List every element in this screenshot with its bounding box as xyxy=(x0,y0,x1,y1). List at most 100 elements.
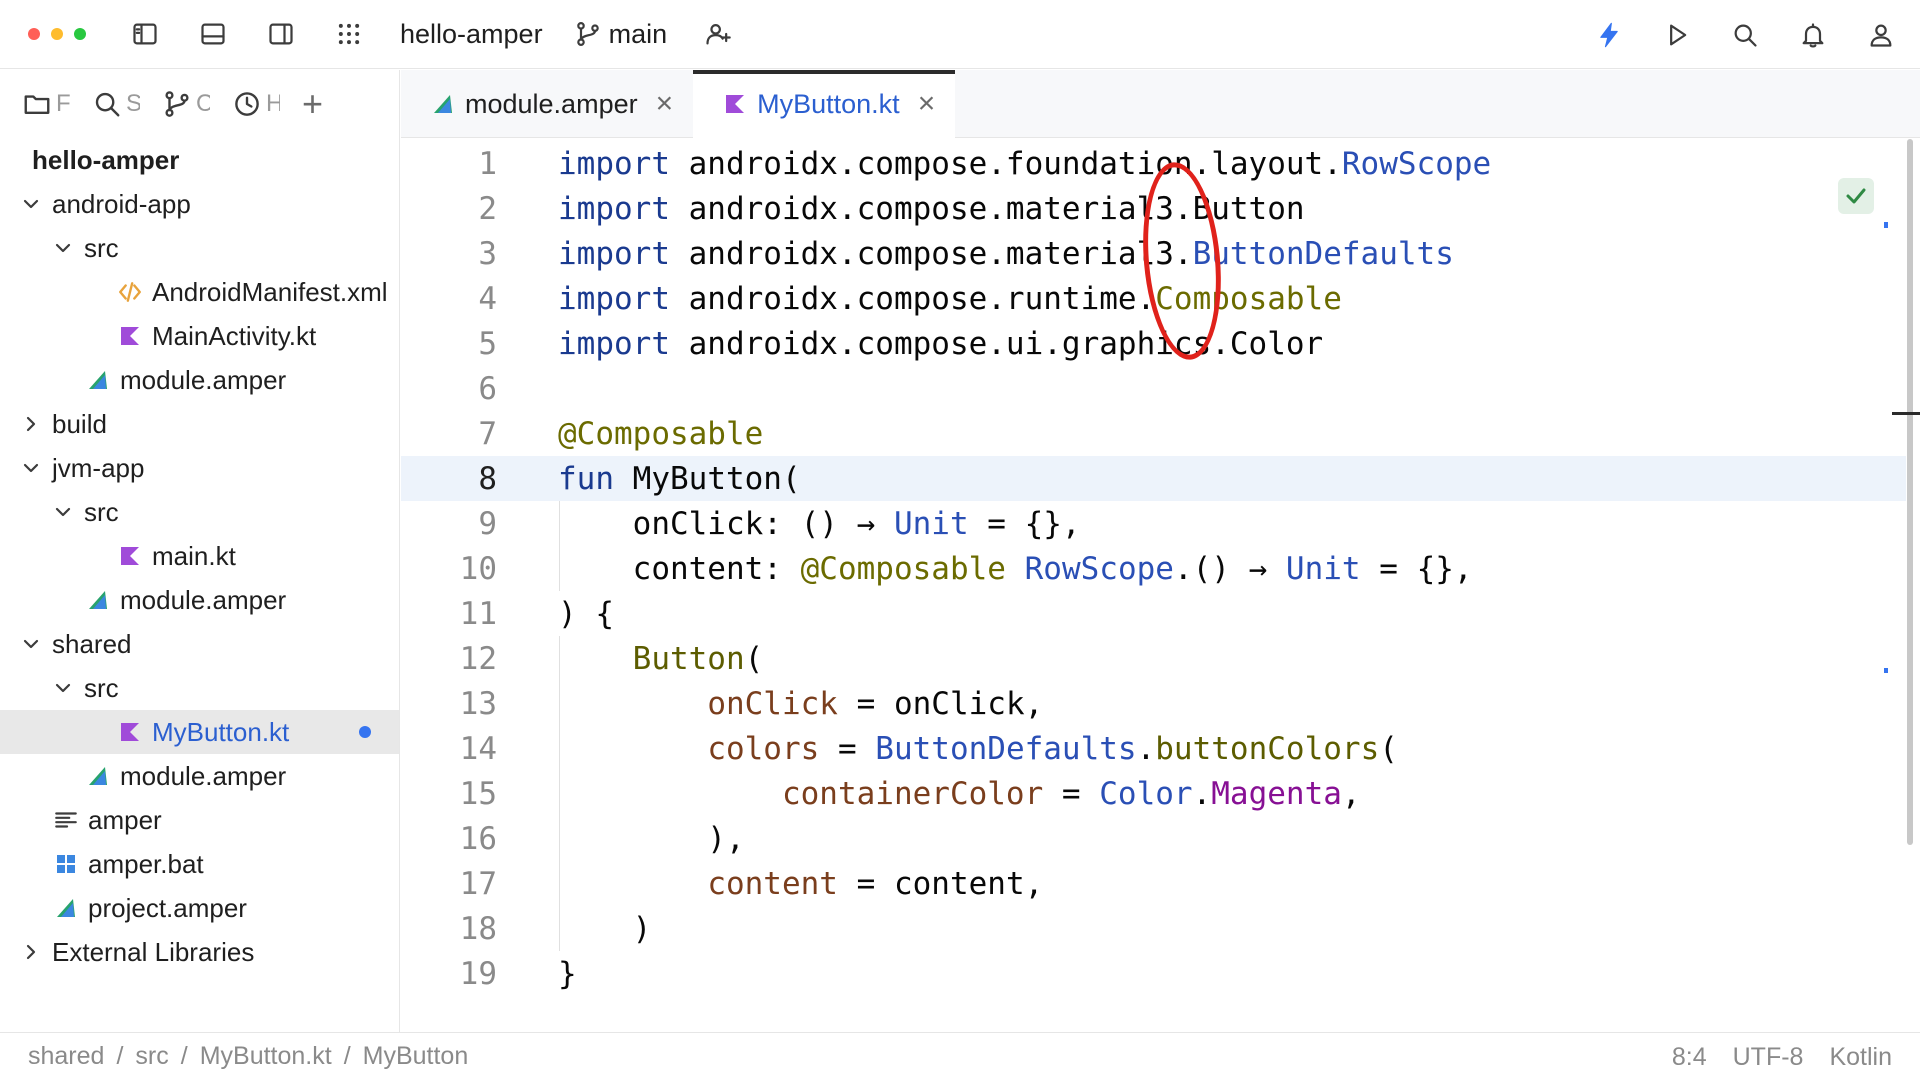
line-number[interactable]: 16 xyxy=(401,821,497,857)
line-number[interactable]: 6 xyxy=(401,371,497,407)
code-line[interactable]: 9 onClick: () → Unit = {}, xyxy=(401,501,1906,546)
tab-search[interactable]: S xyxy=(92,89,140,119)
tree-item[interactable]: src xyxy=(0,666,399,710)
file-type-widget[interactable]: Kotlin xyxy=(1829,1043,1892,1072)
toggle-right-panel-icon[interactable] xyxy=(264,17,298,51)
tree-item[interactable]: amper xyxy=(0,798,399,842)
add-tab-plus-icon[interactable]: + xyxy=(302,86,323,122)
code-line[interactable]: 8 fun MyButton( xyxy=(401,456,1906,501)
caret-position-widget[interactable]: 8:4 xyxy=(1672,1043,1707,1072)
inspection-ok-icon[interactable] xyxy=(1838,178,1874,214)
error-stripe-marker[interactable] xyxy=(1884,222,1888,228)
line-number[interactable]: 19 xyxy=(401,956,497,992)
line-number[interactable]: 7 xyxy=(401,416,497,452)
run-icon[interactable] xyxy=(1660,18,1694,52)
line-number[interactable]: 5 xyxy=(401,326,497,362)
close-window-button[interactable] xyxy=(28,28,40,40)
line-number[interactable]: 12 xyxy=(401,641,497,677)
breadcrumb-item[interactable]: MyButton.kt xyxy=(200,1042,332,1071)
close-tab-icon[interactable]: × xyxy=(656,89,674,119)
line-number[interactable]: 17 xyxy=(401,866,497,902)
tab-files[interactable]: F xyxy=(22,89,70,119)
lightning-icon[interactable] xyxy=(1592,18,1626,52)
code-line[interactable]: 13 onClick = onClick, xyxy=(401,681,1906,726)
tree-item[interactable]: shared xyxy=(0,622,399,666)
minimize-window-button[interactable] xyxy=(51,28,63,40)
code-line[interactable]: 14 colors = ButtonDefaults.buttonColors( xyxy=(401,726,1906,771)
tree-item[interactable]: External Libraries xyxy=(0,930,399,974)
line-number[interactable]: 8 xyxy=(401,461,497,497)
line-number[interactable]: 14 xyxy=(401,731,497,767)
tool-window-tabs: F S C H + xyxy=(0,70,399,138)
line-number[interactable]: 3 xyxy=(401,236,497,272)
bell-icon[interactable] xyxy=(1796,18,1830,52)
code-line[interactable]: 5 import androidx.compose.ui.graphics.Col… xyxy=(401,321,1906,366)
toggle-bottom-panel-icon[interactable] xyxy=(196,17,230,51)
line-number[interactable]: 15 xyxy=(401,776,497,812)
line-number[interactable]: 10 xyxy=(401,551,497,587)
encoding-widget[interactable]: UTF-8 xyxy=(1733,1043,1804,1072)
code-line[interactable]: 11) { xyxy=(401,591,1906,636)
code-line[interactable]: 6 xyxy=(401,366,1906,411)
tree-item[interactable]: MainActivity.kt xyxy=(0,314,399,358)
tree-item[interactable]: module.amper xyxy=(0,754,399,798)
toggle-left-panel-icon[interactable] xyxy=(128,17,162,51)
chevron-down-icon[interactable] xyxy=(20,633,42,655)
tree-item[interactable]: jvm-app xyxy=(0,446,399,490)
add-user-icon[interactable] xyxy=(701,17,735,51)
tree-item[interactable]: project.amper xyxy=(0,886,399,930)
tree-item[interactable]: module.amper xyxy=(0,358,399,402)
zoom-window-button[interactable] xyxy=(74,28,86,40)
code-line[interactable]: 12 Button( xyxy=(401,636,1906,681)
code-line[interactable]: 15 containerColor = Color.Magenta, xyxy=(401,771,1906,816)
project-root-label[interactable]: hello-amper xyxy=(0,138,399,182)
chevron-down-icon[interactable] xyxy=(52,677,74,699)
text-file-icon xyxy=(52,806,80,834)
tab-commit[interactable]: C xyxy=(162,89,210,119)
chevron-down-icon[interactable] xyxy=(20,457,42,479)
search-icon[interactable] xyxy=(1728,18,1762,52)
chevron-down-icon[interactable] xyxy=(52,237,74,259)
tree-item[interactable]: src xyxy=(0,490,399,534)
chevron-down-icon[interactable] xyxy=(20,193,42,215)
code-line[interactable]: 10 content: @Composable RowScope.() → Un… xyxy=(401,546,1906,591)
line-number[interactable]: 11 xyxy=(401,596,497,632)
tab-mybutton-kt[interactable]: MyButton.kt × xyxy=(693,70,956,138)
error-stripe-marker[interactable] xyxy=(1892,412,1920,415)
tab-module-amper[interactable]: module.amper × xyxy=(401,70,693,138)
chevron-right-icon[interactable] xyxy=(20,941,42,963)
tree-item[interactable]: module.amper xyxy=(0,578,399,622)
code-line[interactable]: 16 ), xyxy=(401,816,1906,861)
code-line[interactable]: 17 content = content, xyxy=(401,861,1906,906)
vcs-branch-widget[interactable]: main xyxy=(609,19,668,50)
line-number[interactable]: 4 xyxy=(401,281,497,317)
code-line[interactable]: 7 @Composable xyxy=(401,411,1906,456)
tree-item[interactable]: AndroidManifest.xml xyxy=(0,270,399,314)
editor-scrollbar[interactable] xyxy=(1907,139,1913,845)
code-line[interactable]: 18 ) xyxy=(401,906,1906,951)
close-tab-icon[interactable]: × xyxy=(918,89,936,119)
tree-item[interactable]: build xyxy=(0,402,399,446)
main-menu-grid-icon[interactable] xyxy=(332,17,366,51)
tree-item[interactable]: amper.bat xyxy=(0,842,399,886)
user-account-icon[interactable] xyxy=(1864,18,1898,52)
project-name-widget[interactable]: hello-amper xyxy=(400,19,543,50)
tree-item[interactable]: MyButton.kt xyxy=(0,710,399,754)
breadcrumb-item[interactable]: MyButton xyxy=(363,1042,469,1071)
line-number[interactable]: 1 xyxy=(401,146,497,182)
line-number[interactable]: 13 xyxy=(401,686,497,722)
breadcrumb-item[interactable]: src xyxy=(135,1042,168,1071)
line-number[interactable]: 9 xyxy=(401,506,497,542)
breadcrumb-item[interactable]: shared xyxy=(28,1042,104,1071)
tab-module-amper-label: module.amper xyxy=(465,88,638,119)
chevron-right-icon[interactable] xyxy=(20,413,42,435)
tree-item[interactable]: android-app xyxy=(0,182,399,226)
tree-item[interactable]: main.kt xyxy=(0,534,399,578)
code-line[interactable]: 19} xyxy=(401,951,1906,996)
error-stripe-marker[interactable] xyxy=(1884,668,1888,673)
line-number[interactable]: 18 xyxy=(401,911,497,947)
line-number[interactable]: 2 xyxy=(401,191,497,227)
tree-item[interactable]: src xyxy=(0,226,399,270)
tab-history[interactable]: H xyxy=(232,89,280,119)
chevron-down-icon[interactable] xyxy=(52,501,74,523)
